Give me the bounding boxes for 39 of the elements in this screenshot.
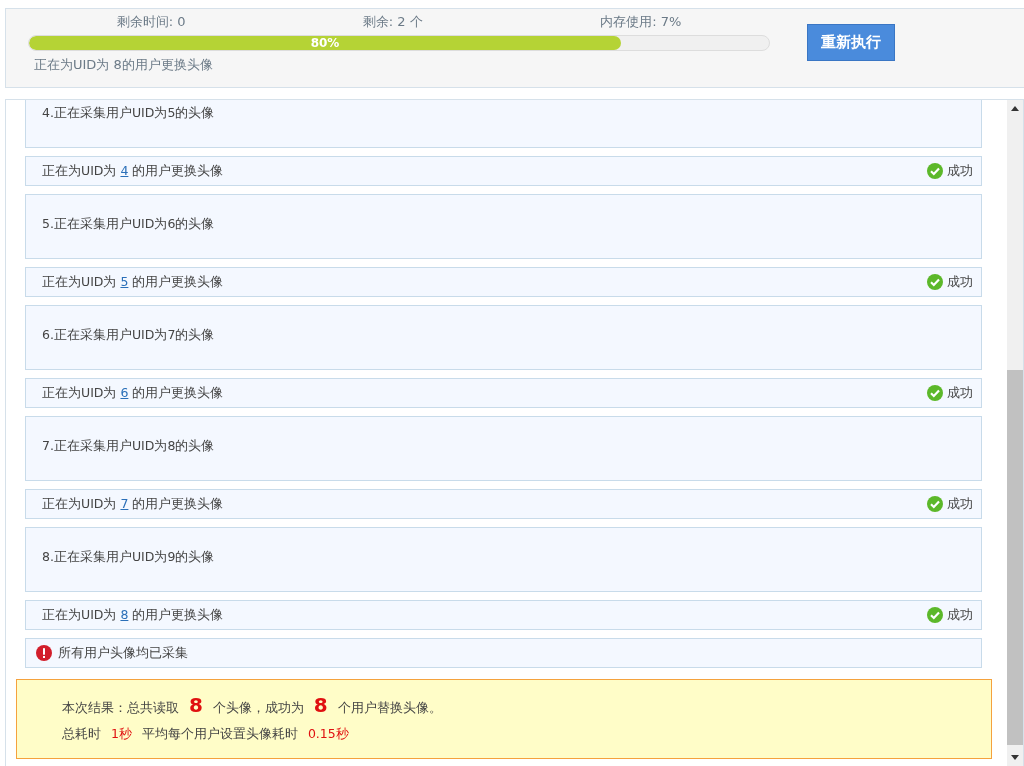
summary-text: 总耗时 1秒 平均每个用户设置头像耗时 0.15秒 (62, 725, 350, 743)
success-check-icon (927, 274, 943, 290)
uid-link[interactable]: 4 (120, 162, 129, 178)
log-text: 5.正在采集用户UID为6的头像 (42, 216, 215, 231)
log-text: 正在为UID为 4 的用户更换头像 (42, 162, 224, 180)
memory-label: 内存使用: 7% (600, 13, 682, 31)
success-check-icon (927, 607, 943, 623)
remaining-label: 剩余: 2 个 (362, 13, 423, 31)
log-text: 正在为UID为 7 的用户更换头像 (42, 495, 224, 513)
log-text: 正在为UID为 8 的用户更换头像 (42, 606, 224, 624)
summary-text: 本次结果：总共读取 8 个头像，成功为 8 个用户替换头像。 (62, 692, 443, 719)
scroll-down-icon[interactable] (1011, 755, 1019, 760)
status-text: 成功 (947, 606, 973, 624)
log-text: 正在为UID为 5 的用户更换头像 (42, 273, 224, 291)
scrollbar[interactable] (1007, 100, 1023, 766)
status-text: 成功 (947, 162, 973, 180)
progress-percent: 80% (309, 36, 341, 50)
log-text: 正在为UID为 6 的用户更换头像 (42, 384, 224, 402)
scrollbar-thumb[interactable] (1007, 370, 1023, 745)
log-text: 6.正在采集用户UID为7的头像 (42, 327, 215, 342)
uid-link[interactable]: 7 (120, 495, 129, 511)
scroll-up-icon[interactable] (1011, 106, 1019, 111)
alert-icon (36, 645, 52, 661)
log-text: 7.正在采集用户UID为8的头像 (42, 438, 215, 453)
success-check-icon (927, 163, 943, 179)
progress-status: 正在为UID为 8的用户更换头像 (33, 56, 214, 74)
uid-link[interactable]: 5 (120, 273, 129, 289)
status-text: 成功 (947, 495, 973, 513)
log-text: 8.正在采集用户UID为9的头像 (42, 549, 215, 564)
uid-link[interactable]: 8 (120, 606, 129, 622)
status-text: 成功 (947, 384, 973, 402)
uid-link[interactable]: 6 (120, 384, 129, 400)
log-text: 4.正在采集用户UID为5的头像 (42, 105, 215, 120)
success-check-icon (927, 385, 943, 401)
status-text: 成功 (947, 273, 973, 291)
time-left-label: 剩余时间: 0 (116, 13, 186, 31)
log-text: 所有用户头像均已采集 (58, 644, 188, 662)
rerun-button[interactable]: 重新执行 (807, 24, 895, 61)
success-check-icon (927, 496, 943, 512)
